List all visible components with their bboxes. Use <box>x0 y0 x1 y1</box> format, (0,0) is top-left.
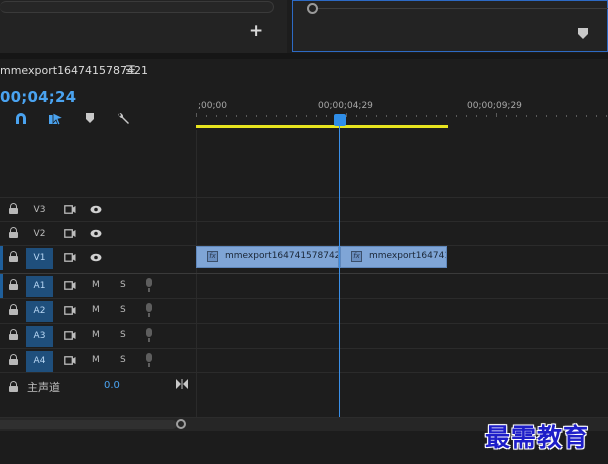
lock-icon[interactable] <box>9 203 18 214</box>
track-row-a1: A1 M S <box>0 273 608 298</box>
zoom-handle[interactable] <box>176 419 186 429</box>
solo-button[interactable]: S <box>120 280 126 290</box>
track-name-v1[interactable]: V1 <box>26 248 53 269</box>
track-name-a3[interactable]: A3 <box>26 326 53 347</box>
work-area-bar[interactable] <box>196 125 448 128</box>
lock-icon[interactable] <box>9 381 18 392</box>
lock-icon[interactable] <box>9 304 18 315</box>
sequence-menu-icon[interactable]: ☰ <box>125 63 136 77</box>
program-monitor-panel <box>292 0 608 52</box>
clip-label: mmexport1647415 <box>369 251 446 261</box>
ruler-label-end: 00;00;09;29 <box>467 101 522 111</box>
mute-button[interactable]: M <box>92 330 100 340</box>
panel-divider[interactable] <box>0 53 608 59</box>
go-to-in-out-icon[interactable] <box>176 379 188 389</box>
lock-icon[interactable] <box>9 354 18 365</box>
microphone-icon[interactable] <box>145 278 153 292</box>
ruler-ticks <box>196 113 607 117</box>
lock-icon[interactable] <box>9 251 18 262</box>
track-row-a4: A4 M S <box>0 348 608 372</box>
track-name-v3[interactable]: V3 <box>26 200 53 221</box>
program-scrub-track[interactable] <box>307 8 608 9</box>
sync-lock-icon[interactable] <box>64 253 76 262</box>
eye-icon[interactable] <box>90 205 102 214</box>
watermark-text: 最需教育 <box>485 423 590 452</box>
clip-label: mmexport1647415787421. <box>225 251 339 261</box>
playhead-timecode[interactable]: 00;04;24 <box>0 88 76 106</box>
eye-icon[interactable] <box>90 253 102 262</box>
fx-badge-icon: fx <box>351 251 362 262</box>
microphone-icon[interactable] <box>145 303 153 317</box>
solo-button[interactable]: S <box>120 305 126 315</box>
master-track-label: 主声道 <box>27 381 60 394</box>
track-name-a4[interactable]: A4 <box>26 351 53 372</box>
master-volume-value[interactable]: 0.0 <box>104 380 120 391</box>
mute-button[interactable]: M <box>92 355 100 365</box>
sync-lock-icon[interactable] <box>64 356 76 365</box>
lock-icon[interactable] <box>9 329 18 340</box>
microphone-icon[interactable] <box>145 353 153 367</box>
ruler-label-start: ;00;00 <box>198 101 227 111</box>
sync-lock-icon[interactable] <box>64 281 76 290</box>
fx-badge-icon: fx <box>207 251 218 262</box>
source-monitor-panel: + <box>0 0 287 53</box>
marker-icon[interactable] <box>578 28 588 39</box>
plus-icon[interactable]: + <box>249 23 263 40</box>
microphone-icon[interactable] <box>145 328 153 342</box>
track-row-v2: V2 <box>0 221 608 245</box>
mute-button[interactable]: M <box>92 280 100 290</box>
program-scrub-handle[interactable] <box>307 3 318 14</box>
master-track-row: 主声道 0.0 <box>0 372 608 398</box>
track-row-a3: A3 M S <box>0 323 608 347</box>
sync-lock-icon[interactable] <box>64 331 76 340</box>
track-row-v3: V3 <box>0 197 608 221</box>
eye-icon[interactable] <box>90 229 102 238</box>
lock-icon[interactable] <box>9 227 18 238</box>
lock-icon[interactable] <box>9 279 18 290</box>
solo-button[interactable]: S <box>120 330 126 340</box>
sync-lock-icon[interactable] <box>64 306 76 315</box>
video-clip-1[interactable]: fx mmexport1647415787421. <box>196 246 339 268</box>
track-name-v2[interactable]: V2 <box>26 224 53 245</box>
track-name-a2[interactable]: A2 <box>26 301 53 322</box>
source-scrollbar[interactable] <box>0 1 274 13</box>
video-clip-2[interactable]: fx mmexport1647415 <box>340 246 447 268</box>
wrench-settings-icon[interactable] <box>116 112 132 126</box>
source-patch-indicator[interactable] <box>0 274 3 298</box>
add-marker-icon[interactable] <box>85 112 101 126</box>
sync-lock-icon[interactable] <box>64 229 76 238</box>
source-patch-indicator[interactable] <box>0 246 3 270</box>
playhead-handle[interactable] <box>334 114 346 126</box>
track-row-a2: A2 M S <box>0 298 608 322</box>
zoom-bar[interactable] <box>0 420 177 429</box>
track-name-a1[interactable]: A1 <box>26 276 53 297</box>
ruler-label-mid: 00;00;04;29 <box>318 101 373 111</box>
linked-selection-icon[interactable] <box>48 112 64 126</box>
mute-button[interactable]: M <box>92 305 100 315</box>
solo-button[interactable]: S <box>120 355 126 365</box>
playhead-line[interactable] <box>339 126 340 417</box>
sync-lock-icon[interactable] <box>64 205 76 214</box>
snap-magnet-icon[interactable] <box>14 112 30 126</box>
